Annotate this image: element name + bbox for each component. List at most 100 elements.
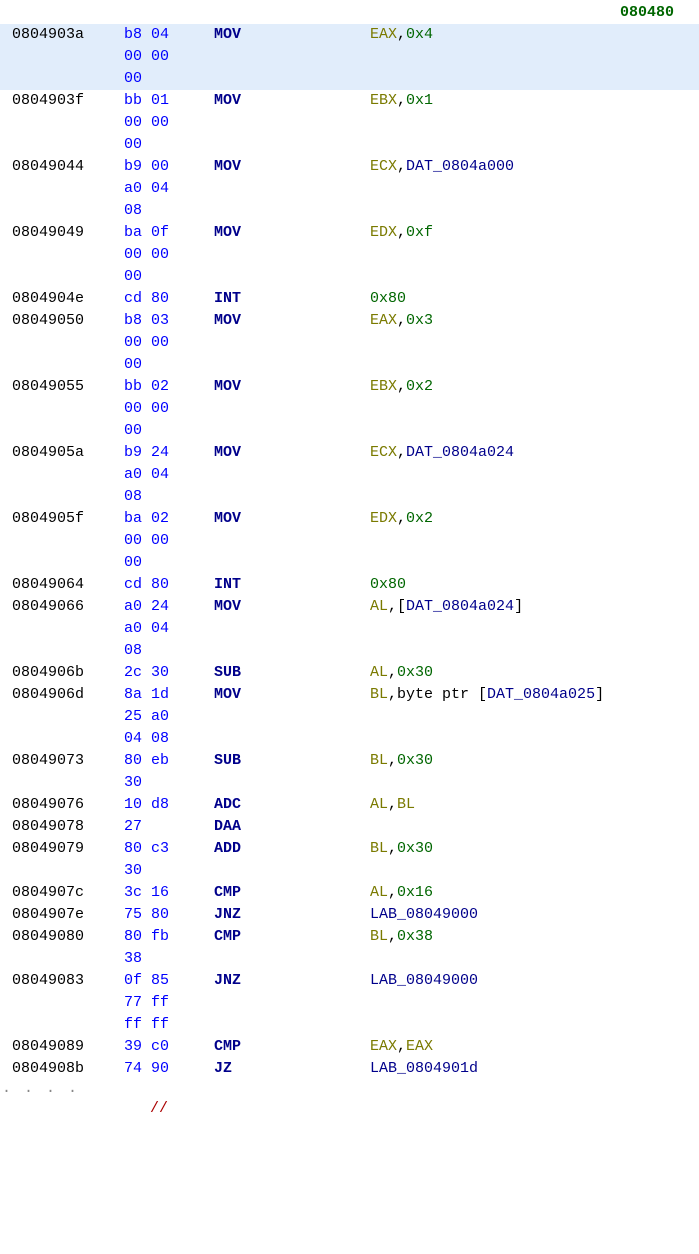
instruction-row[interactable]: 0804905fba 02MOVEDX,0x2 [0, 508, 699, 530]
instruction-row[interactable]: 08049050b8 03MOVEAX,0x3 [0, 310, 699, 332]
instruction-bytes-continuation[interactable]: 00 00 [0, 244, 699, 266]
instruction-row[interactable]: 0804907610 d8ADCAL,BL [0, 794, 699, 816]
address: 08049080 [0, 926, 124, 948]
address: 08049079 [0, 838, 124, 860]
instruction-bytes-continuation[interactable]: 08 [0, 486, 699, 508]
operands: AL,0x30 [370, 662, 699, 684]
instruction-row[interactable]: 0804908b74 90JZLAB_0804901d [0, 1058, 699, 1080]
instruction-row[interactable]: 08049044b9 00MOVECX,DAT_0804a000 [0, 156, 699, 178]
hex-bytes: ff ff [124, 1014, 214, 1036]
instruction-row[interactable]: 0804907380 ebSUBBL,0x30 [0, 750, 699, 772]
mnemonic: CMP [214, 1036, 370, 1058]
hex-bytes: 74 90 [124, 1058, 214, 1080]
instruction-bytes-continuation[interactable]: 00 00 [0, 46, 699, 68]
hex-bytes: 00 00 [124, 244, 214, 266]
instruction-row[interactable]: 08049064cd 80INT0x80 [0, 574, 699, 596]
instruction-row[interactable]: 0804907980 c3ADDBL,0x30 [0, 838, 699, 860]
register-operand: EAX [406, 1038, 433, 1055]
hex-bytes: 08 [124, 640, 214, 662]
instruction-bytes-continuation[interactable]: 00 [0, 552, 699, 574]
mnemonic: MOV [214, 310, 370, 332]
instruction-bytes-continuation[interactable]: 00 [0, 420, 699, 442]
instruction-row[interactable]: 0804903ab8 04MOVEAX,0x4 [0, 24, 699, 46]
instruction-bytes-continuation[interactable]: 00 00 [0, 332, 699, 354]
operands: EAX,EAX [370, 1036, 699, 1058]
instruction-bytes-continuation[interactable]: 38 [0, 948, 699, 970]
operands: LAB_08049000 [370, 970, 699, 992]
instruction-row[interactable]: 0804907e75 80JNZLAB_08049000 [0, 904, 699, 926]
instruction-bytes-continuation[interactable]: ff ff [0, 1014, 699, 1036]
mnemonic: JNZ [214, 970, 370, 992]
label-operand[interactable]: LAB_08049000 [370, 906, 478, 923]
operands: LAB_0804901d [370, 1058, 699, 1080]
hex-bytes: a0 04 [124, 178, 214, 200]
instruction-row[interactable]: 0804904ecd 80INT0x80 [0, 288, 699, 310]
instruction-bytes-continuation[interactable]: 00 [0, 68, 699, 90]
register-operand: EBX [370, 92, 397, 109]
instruction-bytes-continuation[interactable]: 04 08 [0, 728, 699, 750]
instruction-row[interactable]: 08049049ba 0fMOVEDX,0xf [0, 222, 699, 244]
address: 0804906d [0, 684, 124, 706]
immediate-operand: 0xf [406, 224, 433, 241]
instruction-bytes-continuation[interactable]: 00 00 [0, 530, 699, 552]
instruction-bytes-continuation[interactable]: 08 [0, 200, 699, 222]
immediate-operand: 0x30 [397, 752, 433, 769]
instruction-row[interactable]: 0804908939 c0CMPEAX,EAX [0, 1036, 699, 1058]
mnemonic: JZ [214, 1058, 370, 1080]
instruction-row[interactable]: 0804906d8a 1dMOVBL,byte ptr [DAT_0804a02… [0, 684, 699, 706]
instruction-row[interactable]: 0804906b2c 30SUBAL,0x30 [0, 662, 699, 684]
instruction-row[interactable]: 0804905ab9 24MOVECX,DAT_0804a024 [0, 442, 699, 464]
instruction-bytes-continuation[interactable]: 00 [0, 134, 699, 156]
instruction-bytes-continuation[interactable]: a0 04 [0, 618, 699, 640]
operands: AL,[DAT_0804a024] [370, 596, 699, 618]
instruction-row[interactable]: 0804907c3c 16CMPAL,0x16 [0, 882, 699, 904]
instruction-row[interactable]: 0804903fbb 01MOVEBX,0x1 [0, 90, 699, 112]
instruction-bytes-continuation[interactable]: 00 00 [0, 112, 699, 134]
instruction-row[interactable]: 080490830f 85JNZLAB_08049000 [0, 970, 699, 992]
hex-bytes: 00 [124, 134, 214, 156]
mnemonic: ADD [214, 838, 370, 860]
label-operand[interactable]: DAT_0804a000 [406, 158, 514, 175]
disassembly-listing[interactable]: 080480 0804903ab8 04MOVEAX,0x400 0000080… [0, 0, 699, 1120]
hex-bytes: 00 [124, 266, 214, 288]
hex-bytes: a0 04 [124, 618, 214, 640]
instruction-bytes-continuation[interactable]: 25 a0 [0, 706, 699, 728]
label-operand[interactable]: DAT_0804a024 [406, 598, 514, 615]
immediate-operand: 0x80 [370, 576, 406, 593]
hex-bytes: 10 d8 [124, 794, 214, 816]
operand-punct: , [397, 92, 406, 109]
instruction-bytes-continuation[interactable]: 08 [0, 640, 699, 662]
instruction-row[interactable]: 08049055bb 02MOVEBX,0x2 [0, 376, 699, 398]
instruction-bytes-continuation[interactable]: a0 04 [0, 464, 699, 486]
ellipsis-dots: . . . . [0, 1080, 699, 1098]
mnemonic: INT [214, 288, 370, 310]
instruction-bytes-continuation[interactable]: 00 00 [0, 398, 699, 420]
instruction-row[interactable]: 08049066a0 24MOVAL,[DAT_0804a024] [0, 596, 699, 618]
instruction-row[interactable]: 0804907827DAA [0, 816, 699, 838]
immediate-operand: 0x4 [406, 26, 433, 43]
operand-punct: , [388, 884, 397, 901]
operand-punct: , [397, 312, 406, 329]
immediate-operand: 0x3 [406, 312, 433, 329]
label-operand[interactable]: DAT_0804a024 [406, 444, 514, 461]
instruction-bytes-continuation[interactable]: 30 [0, 772, 699, 794]
instruction-bytes-continuation[interactable]: a0 04 [0, 178, 699, 200]
operand-punct: , [397, 224, 406, 241]
address: 08049049 [0, 222, 124, 244]
instruction-row[interactable]: 0804908080 fbCMPBL,0x38 [0, 926, 699, 948]
instruction-bytes-continuation[interactable]: 00 [0, 266, 699, 288]
operands: EBX,0x1 [370, 90, 699, 112]
operand-punct: , [388, 664, 397, 681]
hex-bytes: 30 [124, 860, 214, 882]
operands: AL,BL [370, 794, 699, 816]
mnemonic: ADC [214, 794, 370, 816]
label-operand[interactable]: LAB_08049000 [370, 972, 478, 989]
label-operand[interactable]: DAT_0804a025 [487, 686, 595, 703]
instruction-bytes-continuation[interactable]: 00 [0, 354, 699, 376]
label-operand[interactable]: LAB_0804901d [370, 1060, 478, 1077]
operands: EDX,0x2 [370, 508, 699, 530]
instruction-bytes-continuation[interactable]: 77 ff [0, 992, 699, 1014]
mnemonic: MOV [214, 596, 370, 618]
register-operand: EDX [370, 224, 397, 241]
instruction-bytes-continuation[interactable]: 30 [0, 860, 699, 882]
